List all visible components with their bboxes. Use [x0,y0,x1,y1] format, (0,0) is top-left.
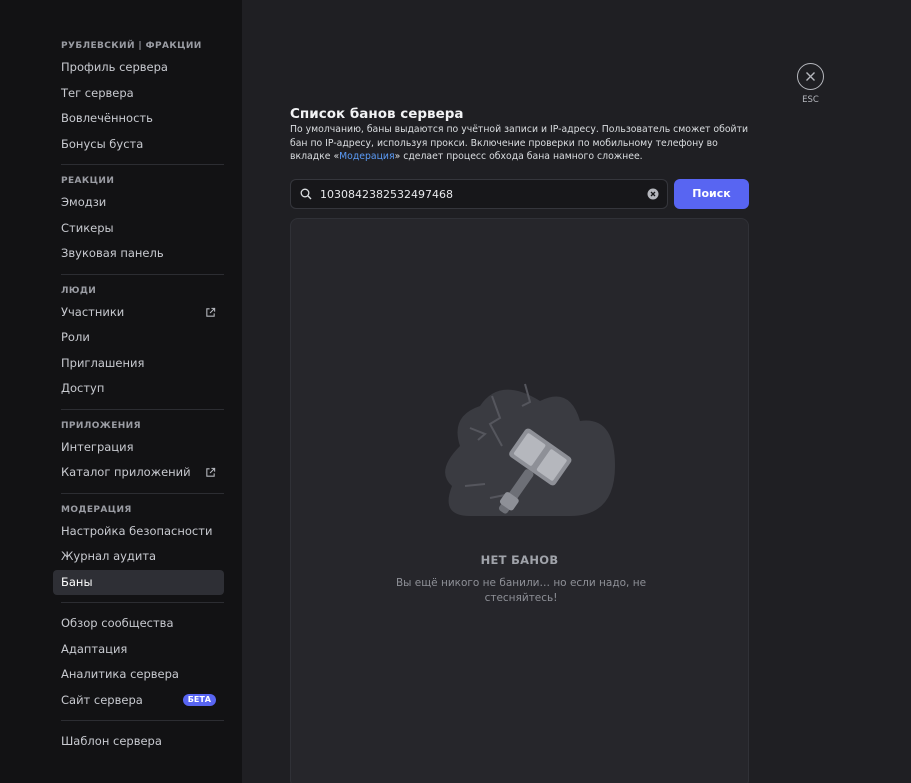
sidebar-item-label: Профиль сервера [61,60,168,74]
external-link-icon [206,468,216,477]
empty-state-text: Вы ещё никого не банили… но если надо, н… [395,577,647,604]
sidebar-group-people: ЛЮДИ Участники Роли Приглашения Доступ [0,283,242,402]
sidebar-group-title: ПРИЛОЖЕНИЯ [61,420,141,431]
bans-list-panel: НЕТ БАНОВ Вы ещё никого не банили… но ес… [290,218,749,783]
sidebar-item-label: Звуковая панель [61,246,164,260]
ban-hammer-illustration [445,383,615,516]
sidebar-item-emoji[interactable]: Эмодзи [53,190,224,216]
clear-search-icon[interactable] [647,188,659,200]
sidebar-item-label: Шаблон сервера [61,734,162,748]
sidebar-divider [61,164,224,165]
sidebar-item-server-site[interactable]: Сайт сервера БЕТА [53,688,224,714]
sidebar-item-label: Бонусы буста [61,136,144,151]
sidebar-item-engagement[interactable]: Вовлечённость [53,106,224,132]
sidebar-item-label: Баны [61,574,93,589]
sidebar-item-label: Адаптация [61,641,128,656]
sidebar-group-template: Шаблон сервера [0,729,242,755]
sidebar-divider [61,492,224,494]
sidebar-item-label: Обзор сообщества [61,616,174,630]
external-link-icon [206,307,216,317]
search-input[interactable]: 1030842382532497468 [320,188,647,201]
close-icon [806,72,815,81]
sidebar-item-bans[interactable]: Баны [53,569,224,595]
sidebar-item-roles[interactable]: Роли [53,325,224,351]
sidebar-item-server-profile[interactable]: Профиль сервера [53,55,224,81]
sidebar-group-title: РЕАКЦИИ [61,176,115,186]
ban-search-field[interactable]: 1030842382532497468 [290,179,668,209]
sidebar-divider [61,602,224,603]
sidebar-item-integrations[interactable]: Интеграция [53,435,224,461]
sidebar-item-label: Каталог приложений [61,465,191,479]
sidebar-item-label: Аналитика сервера [61,667,179,681]
sidebar-item-label: Участники [61,304,125,319]
settings-sidebar: РУБЛЕВСКИЙ | ФРАКЦИИ Профиль сервера Тег… [0,0,242,783]
main-content: ESC Список банов сервера По умолчанию, б… [242,0,911,783]
sidebar-item-label: Роли [61,330,90,344]
sidebar-item-label: Вовлечённость [61,111,153,125]
close-button[interactable] [797,63,824,90]
sidebar-group-title: ЛЮДИ [61,285,97,296]
description-text: » сделает процесс обхода бана намного сл… [394,151,643,162]
search-button[interactable]: Поиск [674,179,749,209]
sidebar-item-boost-perks[interactable]: Бонусы буста [53,132,224,158]
sidebar-item-members[interactable]: Участники [53,300,224,326]
sidebar-item-label: Интеграция [61,439,134,454]
sidebar-group-moderation: МОДЕРАЦИЯ Настройка безопасности Журнал … [0,502,242,595]
sidebar-item-label: Журнал аудита [61,549,157,563]
sidebar-item-safety-setup[interactable]: Настройка безопасности [53,519,224,545]
page-title: Список банов сервера [290,106,464,122]
sidebar-item-label: Эмодзи [61,195,107,209]
sidebar-item-audit-log[interactable]: Журнал аудита [53,544,224,570]
sidebar-item-server-template[interactable]: Шаблон сервера [53,729,224,755]
beta-badge: БЕТА [182,694,216,707]
sidebar-item-server-insights[interactable]: Аналитика сервера [53,662,224,688]
sidebar-item-soundboard[interactable]: Звуковая панель [53,241,224,267]
search-icon [300,188,312,200]
sidebar-item-onboarding[interactable]: Адаптация [53,637,224,663]
sidebar-item-label: Стикеры [61,220,114,235]
sidebar-item-label: Доступ [61,381,105,395]
sidebar-item-label: Тег сервера [61,85,134,100]
esc-label: ESC [802,95,819,105]
sidebar-group-title: РУБЛЕВСКИЙ | ФРАКЦИИ [61,41,202,51]
sidebar-item-invites[interactable]: Приглашения [53,351,224,377]
sidebar-item-label: Настройка безопасности [61,523,213,538]
sidebar-divider [61,408,224,410]
sidebar-group-apps: ПРИЛОЖЕНИЯ Интеграция Каталог приложений [0,418,242,486]
sidebar-group-expressions: РЕАКЦИИ Эмодзи Стикеры Звуковая панель [0,173,242,267]
sidebar-divider [61,720,224,721]
empty-state-title: НЕТ БАНОВ [480,553,559,567]
sidebar-item-label: Приглашения [61,355,145,370]
sidebar-item-access[interactable]: Доступ [53,376,224,402]
moderation-link[interactable]: Модерация [339,151,394,162]
sidebar-group-community: Обзор сообщества Адаптация Аналитика сер… [0,611,242,713]
sidebar-group-server: РУБЛЕВСКИЙ | ФРАКЦИИ Профиль сервера Тег… [0,38,242,157]
sidebar-item-label: Сайт сервера [61,692,143,707]
sidebar-item-stickers[interactable]: Стикеры [53,216,224,242]
sidebar-group-title: МОДЕРАЦИЯ [61,504,132,515]
sidebar-item-server-tag[interactable]: Тег сервера [53,81,224,107]
sidebar-item-app-directory[interactable]: Каталог приложений [53,460,224,486]
page-description: По умолчанию, баны выдаются по учётной з… [290,123,750,164]
sidebar-item-community-overview[interactable]: Обзор сообщества [53,611,224,637]
sidebar-divider [61,273,224,275]
